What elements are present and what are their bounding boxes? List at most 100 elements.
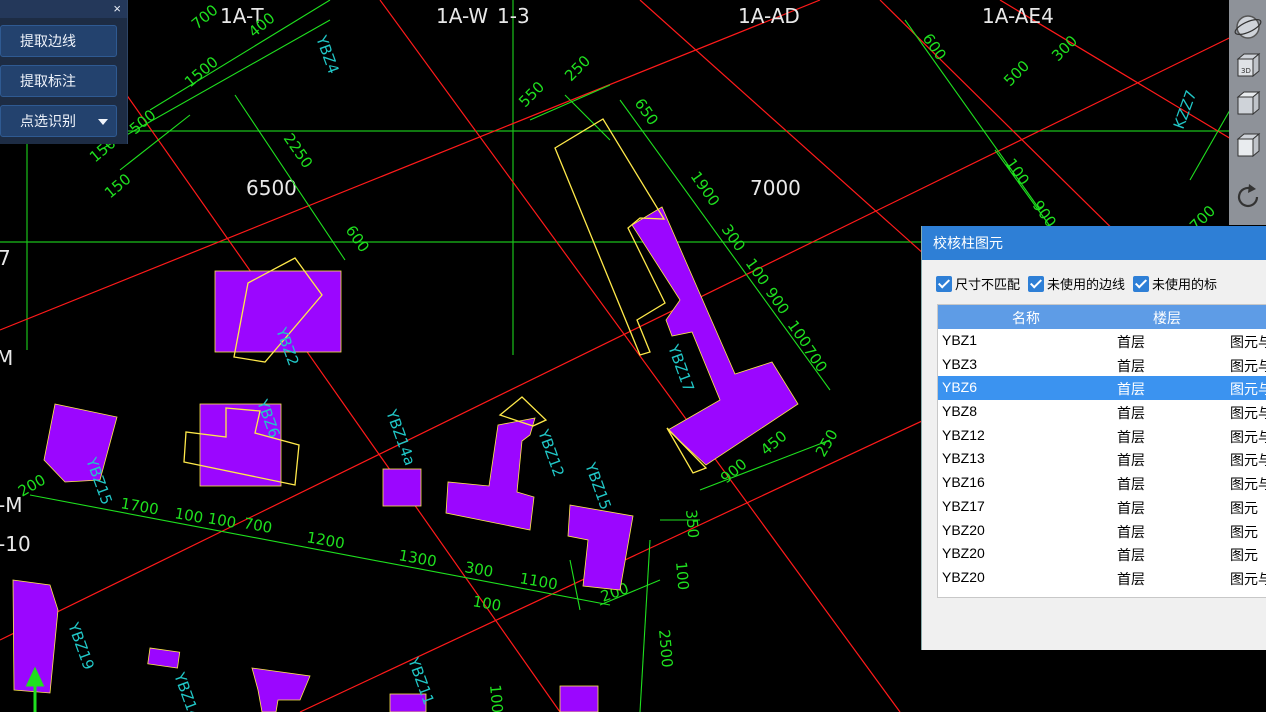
- unused-edge-option[interactable]: 未使用的边线: [1028, 274, 1125, 293]
- table-row[interactable]: YBZ12 首层 图元与: [938, 424, 1266, 448]
- column-solid: [147, 647, 181, 669]
- dimension-text: 500: [126, 106, 160, 138]
- column-label: YBZ4: [312, 32, 343, 76]
- view-3d-label: 3D: [1241, 67, 1251, 75]
- row-info-cell: 图元与: [1230, 405, 1266, 422]
- dimension-text: 1300: [397, 546, 438, 570]
- row-name-cell: YBZ20: [942, 568, 985, 585]
- table-row[interactable]: YBZ20 首层 图元: [938, 542, 1266, 566]
- point-identify-button[interactable]: 点选识别: [0, 105, 117, 137]
- view-front-icon[interactable]: [1233, 130, 1263, 160]
- dimension-text: 600: [342, 222, 373, 256]
- table-row[interactable]: YBZ13 首层 图元与: [938, 447, 1266, 471]
- unused-annotation-option[interactable]: 未使用的标: [1133, 274, 1217, 293]
- dimension-text: 900: [762, 284, 793, 318]
- axis-label: 1-3: [497, 4, 530, 28]
- column-solid: [445, 417, 536, 531]
- row-name-cell: YBZ20: [942, 521, 985, 538]
- table-row[interactable]: YBZ1 首层 图元与: [938, 329, 1266, 353]
- view-top-icon[interactable]: [1233, 88, 1263, 118]
- column-label: YBZ19: [64, 619, 98, 672]
- extract-annotation-button[interactable]: 提取标注: [0, 65, 117, 97]
- extract-edge-button[interactable]: 提取边线: [0, 25, 117, 57]
- column-label: YBZ17: [664, 341, 698, 394]
- table-row[interactable]: YBZ20 首层 图元: [938, 519, 1266, 543]
- dimension-text: 300: [718, 221, 749, 255]
- dimension-text: 300: [463, 558, 494, 581]
- chevron-down-icon[interactable]: [98, 119, 108, 125]
- table-header: 名称 楼层: [938, 305, 1266, 329]
- table-row[interactable]: YBZ17 首层 图元: [938, 495, 1266, 519]
- dimension-text: 650: [631, 95, 662, 129]
- axis-label: M: [0, 346, 13, 370]
- dimension-text: 250: [812, 426, 842, 460]
- table-row[interactable]: YBZ8 首层 图元与: [938, 400, 1266, 424]
- dimension-text: 450: [757, 427, 791, 459]
- close-icon[interactable]: ×: [113, 1, 121, 17]
- row-name-cell: YBZ17: [942, 497, 985, 514]
- dimension-text: 700: [188, 1, 222, 33]
- row-info-cell: 图元与: [1230, 570, 1266, 587]
- view-toolbar: 3D: [1229, 0, 1266, 225]
- dimension-text: 500: [1000, 57, 1033, 90]
- row-floor-cell: 首层: [1117, 547, 1145, 564]
- column-label: YBZ15: [581, 459, 615, 512]
- row-name-cell: YBZ1: [942, 332, 978, 348]
- table-row[interactable]: YBZ16 首层 图元与: [938, 471, 1266, 495]
- dimension-text: 100: [1002, 155, 1033, 189]
- row-info-cell: 图元与: [1230, 357, 1266, 374]
- column-header-floor[interactable]: 楼层: [1153, 308, 1181, 328]
- row-info-cell: 图元: [1230, 547, 1258, 564]
- axis-label: 1A-AD: [738, 4, 800, 28]
- row-name-cell: YBZ3: [942, 355, 978, 372]
- row-floor-cell: 首层: [1117, 428, 1145, 445]
- column-label: YBZ12: [534, 426, 568, 479]
- row-name-cell: YBZ8: [942, 403, 978, 420]
- axis-label: 1A-W: [436, 4, 488, 28]
- dimension-text: 550: [515, 78, 548, 111]
- dimension-text: 2500: [655, 629, 676, 669]
- axis-label: 7: [0, 246, 11, 270]
- dimension-text: 250: [561, 52, 594, 85]
- row-floor-cell: 首层: [1117, 523, 1145, 540]
- column-header-name[interactable]: 名称: [1012, 308, 1040, 328]
- rotate-icon[interactable]: [1233, 182, 1263, 212]
- row-info-cell: 图元与: [1230, 428, 1266, 445]
- column-label: YBZ14: [170, 669, 204, 712]
- row-info-cell: 图元: [1230, 499, 1258, 516]
- row-floor-cell: 首层: [1117, 405, 1145, 422]
- size-mismatch-label: 尺寸不匹配: [955, 277, 1021, 292]
- table-row[interactable]: YBZ3 首层 图元与: [938, 353, 1266, 377]
- span-dimension: 6500: [246, 176, 297, 200]
- size-mismatch-checkbox[interactable]: [936, 275, 952, 292]
- table-body: YBZ1首层图元与YBZ3首层图元与YBZ6首层图元与YBZ8首层图元与YBZ1…: [938, 329, 1266, 590]
- row-info-cell: 图元与: [1230, 452, 1266, 469]
- row-info-cell: 图元与: [1230, 381, 1266, 398]
- dialog-title[interactable]: 校核柱图元: [922, 226, 1266, 260]
- column-solid: [567, 504, 634, 591]
- column-solid: [382, 468, 422, 507]
- dimension-text: 1700: [119, 494, 160, 518]
- row-name-cell: YBZ6: [942, 379, 978, 396]
- row-floor-cell: 首层: [1117, 334, 1145, 350]
- dimension-text: 900: [717, 455, 751, 487]
- dimension-text: 300: [1048, 32, 1081, 65]
- unused-annotation-checkbox[interactable]: [1133, 275, 1150, 292]
- row-name-cell: YBZ13: [942, 450, 985, 467]
- filter-checkboxes: 尺寸不匹配 未使用的边线 未使用的标: [936, 274, 1225, 293]
- dimension-text: 700: [242, 514, 273, 537]
- orbit-icon[interactable]: [1233, 12, 1263, 42]
- table-row[interactable]: YBZ6 首层 图元与: [938, 376, 1266, 401]
- dimension-text: 1900: [687, 168, 724, 210]
- row-name-cell: YBZ20: [942, 545, 985, 562]
- row-info-cell: 图元: [1230, 523, 1258, 540]
- row-floor-cell: 首层: [1117, 499, 1145, 516]
- view-3d-icon[interactable]: 3D: [1233, 50, 1263, 80]
- dimension-text: 100: [742, 255, 773, 289]
- dimension-text: 1500: [181, 53, 222, 91]
- size-mismatch-option[interactable]: 尺寸不匹配: [936, 274, 1020, 293]
- column-label: KZZ7: [1170, 88, 1201, 132]
- unused-edge-checkbox[interactable]: [1028, 275, 1045, 292]
- table-row[interactable]: YBZ20 首层 图元与: [938, 566, 1266, 590]
- dimension-text: 600: [919, 30, 950, 64]
